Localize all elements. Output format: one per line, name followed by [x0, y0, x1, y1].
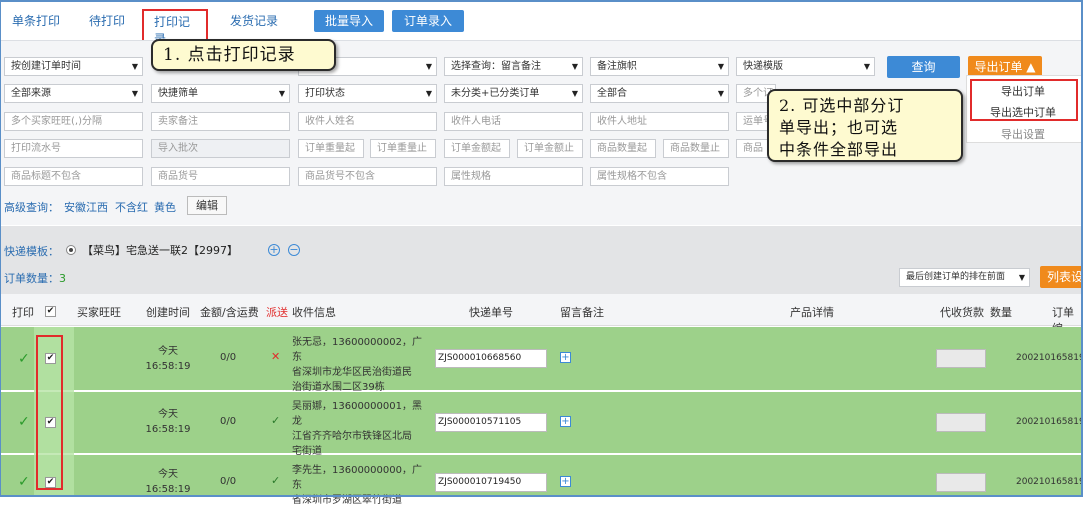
- tracking-number[interactable]: ZJS000010668560: [435, 349, 547, 368]
- export-menu: 导出订单 导出选中订单 导出设置: [966, 75, 1082, 143]
- receiver-info: 吴丽娜，13600000001，黑龙 江省齐齐哈尔市铁锋区北局 宅街道: [292, 401, 422, 457]
- template-radio[interactable]: [66, 245, 76, 255]
- col-created: 创建时间: [146, 306, 190, 319]
- print-serial-input[interactable]: 打印流水号: [4, 139, 143, 158]
- qty-to-input[interactable]: 商品数量止: [663, 139, 729, 158]
- dispatch-x-icon: ✕: [271, 350, 281, 363]
- printed-check-icon: ✓: [18, 474, 30, 490]
- express-template-select[interactable]: 快递模版 ▼: [736, 57, 875, 76]
- col-dispatch: 派送: [266, 306, 288, 319]
- col-product: 产品详情: [790, 306, 834, 319]
- created-time: 今天 16:58:19: [145, 469, 191, 495]
- cod-input[interactable]: [936, 473, 986, 492]
- source-select[interactable]: 全部来源 ▼: [4, 84, 143, 103]
- amount: 0/0: [220, 352, 237, 363]
- callout-click-print-records: 1. 点击打印记录: [151, 39, 336, 71]
- qty-from-input[interactable]: 商品数量起: [590, 139, 656, 158]
- sku-exclude-input[interactable]: 商品货号不包含: [298, 167, 437, 186]
- tab-shipping-records[interactable]: 发货记录: [230, 12, 278, 29]
- advanced-tag[interactable]: 不含红: [115, 199, 148, 215]
- receiver-phone-input[interactable]: 收件人电话: [444, 112, 583, 131]
- seller-remark-input[interactable]: 卖家备注: [151, 112, 290, 131]
- amount: 0/0: [220, 416, 237, 427]
- query-button[interactable]: 查询: [887, 56, 960, 78]
- weight-to-input[interactable]: 订单重量止: [370, 139, 436, 158]
- created-time: 今天 16:58:19: [145, 346, 191, 372]
- col-print: 打印: [12, 306, 34, 319]
- add-template-icon[interactable]: +: [268, 244, 280, 256]
- print-status-select[interactable]: 打印状态 ▼: [298, 84, 437, 103]
- receiver-address-input[interactable]: 收件人地址: [590, 112, 729, 131]
- created-time: 今天 16:58:19: [145, 409, 191, 435]
- sku-input[interactable]: 商品货号: [151, 167, 290, 186]
- col-qty: 数量: [990, 306, 1012, 319]
- printed-check-icon: ✓: [18, 351, 30, 367]
- query-type-select[interactable]: 选择查询：留言备注 ▼: [444, 57, 583, 76]
- buyer-wangwang-input[interactable]: 多个买家旺旺(,)分隔: [4, 112, 143, 131]
- remark-flag-select[interactable]: 备注旗帜 ▼: [590, 57, 729, 76]
- receiver-name-input[interactable]: 收件人姓名: [298, 112, 437, 131]
- time-type-select[interactable]: 按创建订单时间 ▼: [4, 57, 143, 76]
- order-no: 200210165819: [1016, 417, 1083, 427]
- col-tracking: 快递单号: [469, 306, 513, 319]
- tab-pending-print[interactable]: 待打印: [89, 12, 125, 29]
- col-cod: 代收货款: [940, 306, 984, 319]
- col-amount: 金额/含运费: [200, 306, 259, 319]
- sort-select[interactable]: 最后创建订单的排在前面 ▼: [899, 268, 1030, 287]
- receiver-info: 李先生，13600000000，广东 省深圳市罗湖区翠竹街道: [292, 465, 422, 506]
- batch-import-button[interactable]: 批量导入: [314, 10, 384, 32]
- advanced-query-label: 高级查询：: [4, 201, 59, 214]
- printed-check-icon: ✓: [18, 414, 30, 430]
- tab-single-print[interactable]: 单条打印: [12, 12, 60, 29]
- checkbox-highlight-box: [36, 335, 63, 490]
- add-remark-icon[interactable]: +: [560, 416, 571, 427]
- order-no: 200210165819: [1016, 477, 1083, 487]
- callout-line: 2. 可选中部分订: [779, 96, 905, 115]
- col-remark: 留言备注: [560, 306, 604, 319]
- advanced-tag[interactable]: 黄色: [154, 199, 176, 215]
- amount-from-input[interactable]: 订单金额起: [444, 139, 510, 158]
- amount: 0/0: [220, 476, 237, 487]
- dispatch-check-icon: ✓: [271, 414, 281, 427]
- tracking-number[interactable]: ZJS000010719450: [435, 473, 547, 492]
- remove-template-icon[interactable]: −: [288, 244, 300, 256]
- receiver-info: 张无忌，13600000002，广东 省深圳市龙华区民治街道民 治街道水围二区39栋: [292, 337, 422, 393]
- dispatch-check-icon: ✓: [271, 474, 281, 487]
- import-batch-input[interactable]: 导入批次: [151, 139, 290, 158]
- tracking-number[interactable]: ZJS000010571105: [435, 413, 547, 432]
- advanced-tag[interactable]: 安徽江西: [64, 199, 108, 215]
- edit-button[interactable]: 编辑: [187, 196, 227, 215]
- title-exclude-input[interactable]: 商品标题不包含: [4, 167, 143, 186]
- cod-input[interactable]: [936, 349, 986, 368]
- export-menu-item-settings[interactable]: 导出设置: [967, 126, 1079, 142]
- callout-line: 中条件全部导出: [779, 140, 899, 159]
- order-count-value: 3: [59, 272, 66, 285]
- spec-input[interactable]: 属性规格: [444, 167, 583, 186]
- export-menu-item-selected[interactable]: 导出选中订单: [967, 104, 1079, 120]
- callout-export-tip: 2. 可选中部分订 单导出；也可选 中条件全部导出: [767, 89, 963, 162]
- order-no: 200210165819: [1016, 353, 1083, 363]
- weight-from-input[interactable]: 订单重量起: [298, 139, 364, 158]
- spec-exclude-input[interactable]: 属性规格不包含: [590, 167, 729, 186]
- select-all-checkbox[interactable]: ✔: [45, 306, 56, 317]
- merge-select[interactable]: 全部合 ▼: [590, 84, 729, 103]
- add-remark-icon[interactable]: +: [560, 352, 571, 363]
- order-entry-button[interactable]: 订单录入: [392, 10, 464, 32]
- callout-line: 单导出；也可选: [779, 118, 899, 137]
- col-receiver: 收件信息: [292, 306, 336, 319]
- cod-input[interactable]: [936, 413, 986, 432]
- add-remark-icon[interactable]: +: [560, 476, 571, 487]
- col-buyer: 买家旺旺: [77, 306, 121, 319]
- column-settings-button[interactable]: 列表设: [1040, 266, 1083, 288]
- express-template-label: 快递模板：: [4, 245, 59, 258]
- amount-to-input[interactable]: 订单金额止: [517, 139, 583, 158]
- quick-filter-select[interactable]: 快捷筛单 ▼: [151, 84, 290, 103]
- export-menu-item-orders[interactable]: 导出订单: [967, 83, 1079, 99]
- express-template-value: 【菜鸟】宅急送一联2【2997】: [82, 244, 238, 257]
- category-select[interactable]: 未分类+已分类订单 ▼: [444, 84, 583, 103]
- order-count-label: 订单数量：3: [4, 272, 66, 285]
